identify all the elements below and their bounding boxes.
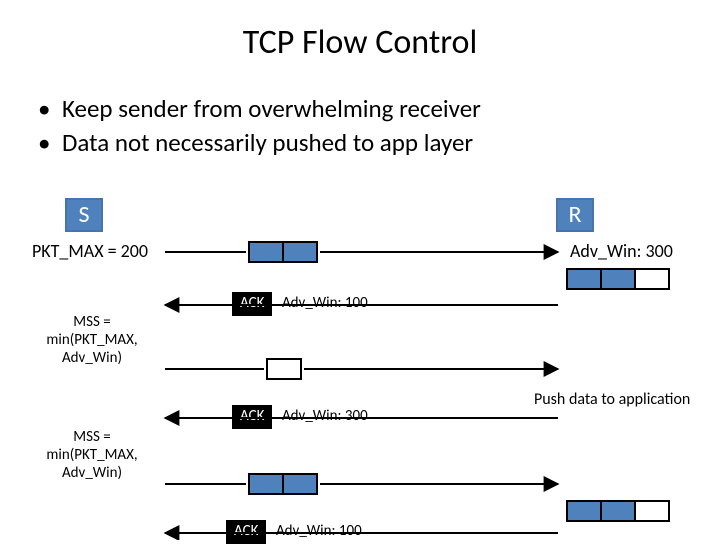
arrows-layer <box>0 0 720 540</box>
